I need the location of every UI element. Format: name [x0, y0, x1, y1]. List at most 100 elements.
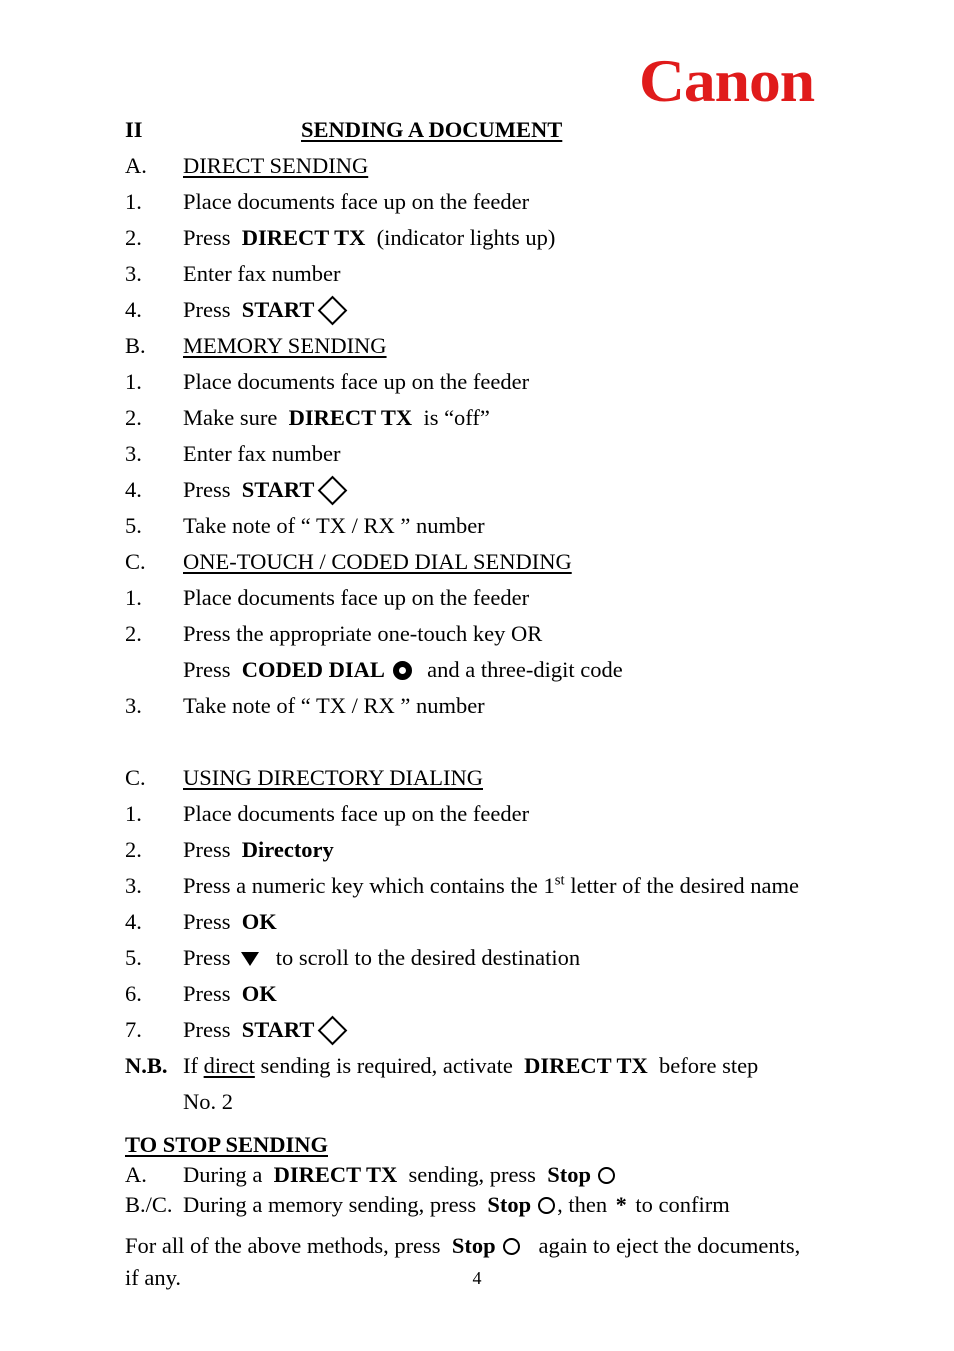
part-a-heading-row: A. DIRECT SENDING	[125, 148, 885, 184]
note-mid: sending is required, activate	[260, 1053, 513, 1078]
key-label-start: START	[241, 1017, 315, 1042]
step-text-pre: Press	[183, 225, 231, 250]
list-item: 2. Make sure DIRECT TX is “off”	[125, 400, 885, 436]
step-marker: 5.	[125, 945, 142, 970]
step-marker: 6.	[125, 981, 142, 1006]
circle-icon	[538, 1196, 556, 1214]
step-text: Press OK	[183, 976, 885, 1012]
part-c2-heading: USING DIRECTORY DIALING	[183, 765, 483, 790]
section-title-row: II SENDING A DOCUMENT	[125, 112, 885, 148]
final-pre: For all of the above methods, press	[125, 1233, 441, 1258]
step-text: Place documents face up on the feeder	[183, 369, 530, 394]
step-marker: 1.	[125, 801, 142, 826]
list-item: 1. Place documents face up on the feeder	[125, 364, 885, 400]
step-marker: 2.	[125, 405, 142, 430]
stop-marker-bc: B./C.	[125, 1192, 173, 1217]
note-post: before step	[658, 1053, 759, 1078]
part-a-marker: A.	[125, 153, 147, 178]
step-marker: 2.	[125, 837, 142, 862]
note-underlined-word: direct	[203, 1053, 255, 1078]
step-text: Press CODED DIAL and a three-digit code	[183, 652, 885, 688]
canon-logo-text: Canon	[639, 48, 815, 114]
asterisk-icon: *	[615, 1192, 627, 1217]
ordinal-suffix: st	[554, 872, 565, 889]
part-a-heading: DIRECT SENDING	[183, 153, 369, 178]
part-b-marker: B.	[125, 333, 146, 358]
step-text: Press DIRECT TX (indicator lights up)	[183, 220, 885, 256]
step-text-pre: Press	[183, 945, 231, 970]
step-text-post: is “off”	[423, 405, 490, 430]
step-text: Place documents face up on the feeder	[183, 801, 530, 826]
diamond-icon	[317, 475, 348, 506]
stop-post-comma: , then	[557, 1192, 608, 1217]
step-text-post: to scroll to the desired destination	[275, 945, 581, 970]
key-label-ok: OK	[241, 909, 277, 934]
part-c1-heading-row: C. ONE-TOUCH / CODED DIAL SENDING	[125, 544, 885, 580]
step-marker: 3.	[125, 693, 142, 718]
list-item: 3. Enter fax number	[125, 436, 885, 472]
ring-icon	[392, 660, 412, 680]
stop-heading: TO STOP SENDING	[125, 1132, 328, 1157]
step-text: Press START	[183, 292, 885, 328]
part-c1-marker: C.	[125, 549, 146, 574]
step-text-pre: Press	[183, 1017, 231, 1042]
list-item: 6. Press OK	[125, 976, 885, 1012]
list-item: 1. Place documents face up on the feeder	[125, 184, 885, 220]
step-marker: 1.	[125, 369, 142, 394]
key-label-directory: Directory	[241, 837, 334, 862]
diamond-icon	[317, 1015, 348, 1046]
step-text: Make sure DIRECT TX is “off”	[183, 400, 885, 436]
key-label-stop: Stop	[451, 1233, 496, 1258]
stop-pre: During a	[183, 1162, 263, 1187]
step-marker: 4.	[125, 909, 142, 934]
key-label-direct-tx: DIRECT TX	[241, 225, 366, 250]
part-b-heading: MEMORY SENDING	[183, 333, 387, 358]
step-text-pre: Press	[183, 909, 231, 934]
key-label-direct-tx: DIRECT TX	[288, 405, 413, 430]
list-item: 3. Press a numeric key which contains th…	[125, 868, 885, 904]
stop-marker-a: A.	[125, 1162, 147, 1187]
list-item: 4. Press START	[125, 292, 885, 328]
list-item: 2. Press Directory	[125, 832, 885, 868]
part-b-heading-row: B. MEMORY SENDING	[125, 328, 885, 364]
note-block: N.B. If direct sending is required, acti…	[125, 1048, 885, 1120]
list-item: 2. Press DIRECT TX (indicator lights up)	[125, 220, 885, 256]
section-number: II	[125, 117, 143, 142]
step-text-pre: Press a numeric key which contains the 1	[183, 873, 555, 898]
stop-text-a: During a DIRECT TX sending, press Stop	[183, 1160, 885, 1190]
stop-gap	[125, 1220, 885, 1230]
list-item: 2. Press the appropriate one-touch key O…	[125, 616, 885, 652]
step-text: Take note of “ TX / RX ” number	[183, 693, 485, 718]
step-text-post: (indicator lights up)	[376, 225, 556, 250]
step-text-post: letter of the desired name	[564, 873, 799, 898]
step-marker: 3.	[125, 873, 142, 898]
step-marker: 4.	[125, 477, 142, 502]
key-label-start: START	[241, 297, 315, 322]
key-label-coded-dial: CODED DIAL	[241, 657, 385, 682]
key-label-start: START	[241, 477, 315, 502]
step-text-pre: Press	[183, 477, 231, 502]
key-label-stop: Stop	[547, 1162, 591, 1187]
step-text: Take note of “ TX / RX ” number	[183, 513, 485, 538]
step-text-pre: Press	[183, 981, 231, 1006]
list-item: 4. Press START	[125, 472, 885, 508]
key-label-stop: Stop	[487, 1192, 532, 1217]
list-item: 5. Take note of “ TX / RX ” number	[125, 508, 885, 544]
step-text: Press OK	[183, 904, 885, 940]
list-item: 1. Place documents face up on the feeder	[125, 796, 885, 832]
step-text-pre: Press	[183, 297, 231, 322]
triangle-down-icon	[240, 951, 259, 966]
canon-logo: Canon	[624, 48, 829, 114]
step-text: Enter fax number	[183, 261, 341, 286]
list-item: 3. Take note of “ TX / RX ” number	[125, 688, 885, 724]
note-text: If direct sending is required, activate …	[183, 1048, 885, 1120]
step-marker: 3.	[125, 261, 142, 286]
note-marker: N.B.	[125, 1053, 168, 1078]
step-text-pre: Press	[183, 837, 231, 862]
stop-post: to confirm	[635, 1192, 730, 1217]
step-marker: 7.	[125, 1017, 142, 1042]
step-marker: 1.	[125, 189, 142, 214]
page-title: SENDING A DOCUMENT	[301, 117, 563, 142]
list-item: 5. Press to scroll to the desired destin…	[125, 940, 885, 976]
step-marker: 3.	[125, 441, 142, 466]
